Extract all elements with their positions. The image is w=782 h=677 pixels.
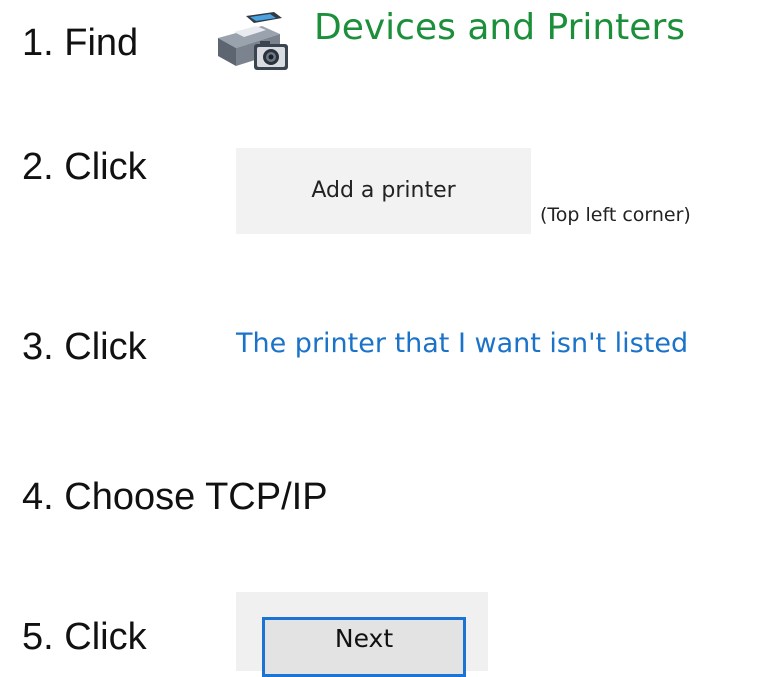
step-1-label: 1. Find bbox=[22, 22, 139, 64]
step-4-label: 4. Choose TCP/IP bbox=[22, 476, 328, 518]
step-2-label: 2. Click bbox=[22, 146, 147, 188]
next-button[interactable]: Next bbox=[262, 617, 466, 677]
next-button-label: Next bbox=[334, 624, 394, 653]
add-a-printer-button[interactable]: Add a printer bbox=[236, 148, 531, 234]
devices-and-printers-link[interactable]: Devices and Printers bbox=[314, 10, 685, 46]
printer-not-listed-link[interactable]: The printer that I want isn't listed bbox=[236, 328, 688, 359]
step-5-label: 5. Click bbox=[22, 616, 147, 658]
step-3-label: 3. Click bbox=[22, 326, 147, 368]
location-note: (Top left corner) bbox=[540, 204, 691, 226]
add-a-printer-label: Add a printer bbox=[311, 178, 456, 203]
next-button-panel: Next bbox=[236, 592, 488, 677]
devices-and-printers-icon[interactable] bbox=[214, 12, 292, 74]
